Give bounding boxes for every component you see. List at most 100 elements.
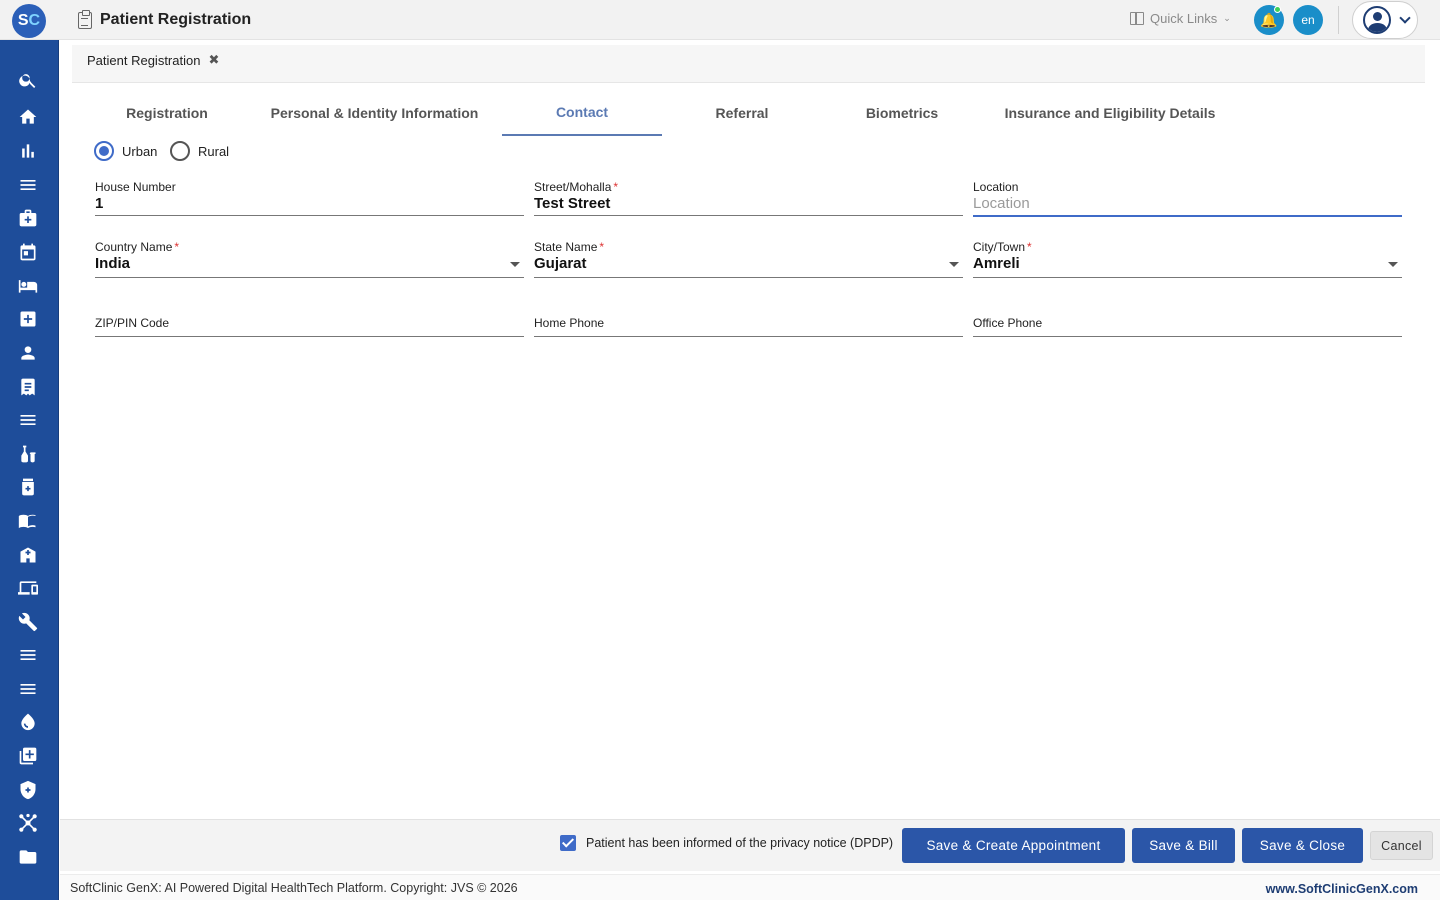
radio-rural-label: Rural (198, 143, 230, 159)
sidebar-receipt-icon[interactable] (14, 375, 42, 399)
language-button[interactable]: en (1293, 5, 1323, 35)
home-phone-field[interactable]: Home Phone (534, 316, 963, 337)
city-select[interactable]: City/Town * Amreli (973, 240, 1402, 278)
header-divider (1338, 6, 1339, 34)
sidebar-lab-icon[interactable] (14, 442, 42, 466)
quick-links-label: Quick Links (1150, 11, 1218, 26)
sidebar-hospital-icon[interactable] (14, 543, 42, 567)
logo-letter-c: C (28, 12, 41, 29)
required-marker: * (1027, 240, 1032, 254)
house-number-label: House Number (95, 180, 176, 194)
sidebar-menu-icon[interactable] (14, 173, 42, 197)
tab-personal-identity[interactable]: Personal & Identity Information (262, 90, 487, 136)
sidebar-hub-icon[interactable] (14, 811, 42, 835)
location-input[interactable]: Location (973, 195, 1402, 215)
cancel-button[interactable]: Cancel (1370, 831, 1433, 860)
user-menu-button[interactable] (1352, 1, 1418, 39)
sidebar-calendar-icon[interactable] (14, 240, 42, 264)
sidebar-medical-plus-icon[interactable] (14, 307, 42, 331)
street-label: Street/Mohalla * (534, 180, 963, 194)
state-label: State Name * (534, 240, 963, 254)
tab-registration[interactable]: Registration (94, 90, 240, 136)
open-tabs-strip: Patient Registration ✖ (72, 45, 1425, 83)
sidebar-devices-icon[interactable] (14, 576, 42, 600)
notifications-button[interactable]: 🔔 (1254, 5, 1284, 35)
app-logo[interactable]: SC (12, 4, 46, 38)
sidebar-person-icon[interactable] (14, 341, 42, 365)
city-label-text: City/Town (973, 240, 1026, 254)
sidebar-add-box-icon[interactable] (14, 744, 42, 768)
page-title: Patient Registration (100, 11, 252, 28)
location-field[interactable]: Location Location (973, 180, 1402, 217)
logo-letter-s: S (17, 12, 29, 29)
country-select[interactable]: Country Name * India (95, 240, 524, 278)
tab-contact[interactable]: Contact (502, 90, 662, 136)
country-label: Country Name * (95, 240, 524, 254)
zip-field[interactable]: ZIP/PIN Code (95, 316, 524, 337)
sidebar-medicine-icon[interactable] (14, 475, 42, 499)
street-label-text: Street/Mohalla (534, 180, 612, 194)
sidebar-medical-bag-icon[interactable] (14, 206, 42, 230)
radio-rural[interactable]: Rural (170, 141, 229, 161)
sidebar-drop-icon[interactable] (14, 710, 42, 734)
dropdown-arrow-icon[interactable] (949, 262, 959, 267)
sidebar-home-icon[interactable] (14, 105, 42, 129)
office-phone-label: Office Phone (973, 316, 1043, 330)
sidebar-bar-chart-icon[interactable] (14, 139, 42, 163)
sidebar-book-icon[interactable] (14, 509, 42, 533)
section-tabs: Registration Personal & Identity Informa… (72, 90, 1425, 136)
avatar-icon (1363, 6, 1391, 34)
house-number-input[interactable]: 1 (95, 195, 524, 215)
street-field[interactable]: Street/Mohalla * Test Street (534, 180, 963, 216)
sidebar-bed-icon[interactable] (14, 274, 42, 298)
radio-circle[interactable] (170, 141, 190, 161)
sidebar-folder-icon[interactable] (14, 845, 42, 869)
tab-insurance-eligibility[interactable]: Insurance and Eligibility Details (992, 90, 1228, 136)
chevron-down-icon: ⌄ (1223, 13, 1231, 23)
tab-biometrics[interactable]: Biometrics (832, 90, 972, 136)
office-phone-field[interactable]: Office Phone (973, 316, 1402, 337)
open-tab-chip[interactable]: Patient Registration ✖ (87, 52, 219, 68)
sidebar-shield-icon[interactable] (14, 778, 42, 802)
home-phone-label: Home Phone (534, 316, 605, 330)
open-tab-label: Patient Registration (87, 52, 201, 68)
clipboard-icon (78, 10, 92, 29)
tab-referral[interactable]: Referral (672, 90, 812, 136)
location-label: Location (973, 180, 1019, 194)
state-value[interactable]: Gujarat (534, 255, 963, 275)
sidebar-wrench-icon[interactable] (14, 610, 42, 634)
sidebar-menu-icon-3[interactable] (14, 643, 42, 667)
sidebar (0, 40, 59, 900)
footer: SoftClinic GenX: AI Powered Digital Heal… (60, 874, 1440, 900)
save-create-appointment-button[interactable]: Save & Create Appointment (902, 828, 1125, 863)
quick-links-button[interactable]: Quick Links ⌄ (1130, 11, 1231, 26)
country-value[interactable]: India (95, 255, 524, 275)
save-close-button[interactable]: Save & Close (1242, 828, 1363, 863)
notification-dot (1274, 6, 1281, 13)
street-input[interactable]: Test Street (534, 195, 963, 215)
copyright-text: SoftClinic GenX: AI Powered Digital Heal… (70, 881, 518, 895)
sidebar-search-icon[interactable] (14, 68, 42, 92)
state-select[interactable]: State Name * Gujarat (534, 240, 963, 278)
required-marker: * (613, 180, 619, 194)
city-value[interactable]: Amreli (973, 255, 1402, 275)
country-label-text: Country Name (95, 240, 173, 254)
save-bill-button[interactable]: Save & Bill (1132, 828, 1235, 863)
house-number-field[interactable]: House Number 1 (95, 180, 524, 216)
close-icon[interactable]: ✖ (208, 52, 219, 68)
required-marker: * (599, 240, 605, 254)
state-label-text: State Name (534, 240, 598, 254)
bell-icon: 🔔 (1260, 11, 1278, 28)
radio-urban[interactable]: Urban (94, 141, 157, 161)
sidebar-menu-icon-4[interactable] (14, 677, 42, 701)
privacy-checkbox[interactable] (560, 835, 576, 851)
dropdown-arrow-icon[interactable] (510, 262, 520, 267)
radio-circle[interactable] (94, 141, 114, 161)
top-header: SC Patient Registration Quick Links ⌄ 🔔 … (0, 0, 1440, 40)
website-link[interactable]: www.SoftClinicGenX.com (1266, 882, 1418, 896)
privacy-consent[interactable]: Patient has been informed of the privacy… (560, 835, 893, 851)
action-bar: Patient has been informed of the privacy… (60, 819, 1440, 871)
sidebar-menu-icon-2[interactable] (14, 408, 42, 432)
gift-icon (1130, 12, 1144, 25)
dropdown-arrow-icon[interactable] (1388, 262, 1398, 267)
